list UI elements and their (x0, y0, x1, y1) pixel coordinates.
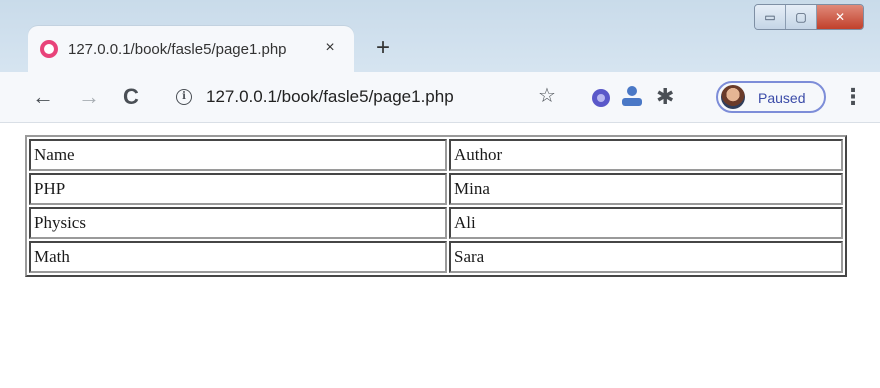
tab-title: 127.0.0.1/book/fasle5/page1.php (68, 41, 287, 58)
table-cell: Sara (449, 241, 843, 273)
avatar (721, 85, 745, 109)
profile-upload-icon[interactable] (622, 86, 642, 108)
profile-button[interactable]: Paused (716, 81, 826, 113)
profile-upload-icon-head (627, 86, 637, 96)
favicon-icon (40, 40, 58, 58)
close-window-button[interactable]: ✕ (817, 5, 863, 29)
tab-strip: 127.0.0.1/book/fasle5/page1.php × + ▭ ▢ … (0, 0, 880, 72)
table-row: Name Author (29, 139, 843, 171)
window-controls: ▭ ▢ ✕ (754, 4, 864, 30)
browser-tab[interactable]: 127.0.0.1/book/fasle5/page1.php × (28, 26, 354, 72)
table-cell: Ali (449, 207, 843, 239)
profile-upload-icon-base (622, 98, 642, 106)
extensions-puzzle-icon[interactable]: ✱ (656, 84, 674, 110)
table-cell: Author (449, 139, 843, 171)
books-table: Name Author PHP Mina Physics Ali Math Sa… (25, 135, 847, 277)
forward-button[interactable]: → (76, 84, 102, 110)
tab-close-button[interactable]: × (320, 38, 340, 58)
profile-status-label: Paused (758, 90, 806, 106)
table-cell: Physics (29, 207, 447, 239)
table-cell: PHP (29, 173, 447, 205)
page-content: Name Author PHP Mina Physics Ali Math Sa… (0, 123, 880, 388)
address-bar[interactable]: i 127.0.0.1/book/fasle5/page1.php (162, 80, 582, 114)
table-cell: Math (29, 241, 447, 273)
table-row: Math Sara (29, 241, 843, 273)
back-button[interactable]: ← (30, 84, 56, 110)
maximize-button[interactable]: ▢ (786, 5, 817, 29)
new-tab-button[interactable]: + (368, 34, 398, 64)
bookmark-star-icon[interactable]: ☆ (538, 84, 556, 108)
extension-icon[interactable] (592, 89, 610, 107)
table-cell: Mina (449, 173, 843, 205)
table-row: PHP Mina (29, 173, 843, 205)
reload-button[interactable]: C (118, 84, 144, 110)
browser-toolbar: ← → C i 127.0.0.1/book/fasle5/page1.php … (0, 72, 880, 123)
table-row: Physics Ali (29, 207, 843, 239)
url-text[interactable]: 127.0.0.1/book/fasle5/page1.php (206, 87, 454, 107)
minimize-button[interactable]: ▭ (755, 5, 786, 29)
menu-kebab-icon[interactable]: ⋮ (842, 84, 864, 110)
browser-window: 127.0.0.1/book/fasle5/page1.php × + ▭ ▢ … (0, 0, 880, 388)
table-cell: Name (29, 139, 447, 171)
info-icon[interactable]: i (176, 89, 192, 105)
